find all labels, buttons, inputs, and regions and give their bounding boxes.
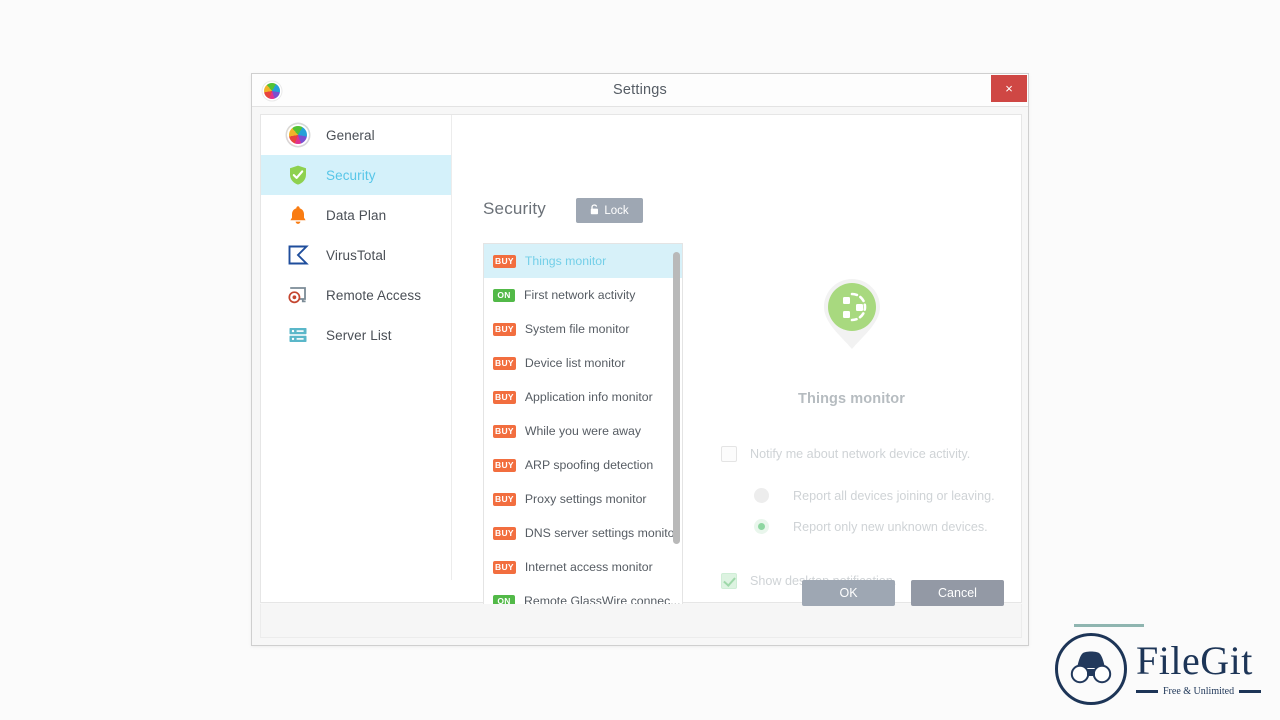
sidebar-item-virustotal[interactable]: VirusTotal xyxy=(261,235,451,275)
list-scrollbar[interactable] xyxy=(673,246,680,615)
sidebar-item-label: Security xyxy=(326,167,376,183)
list-item[interactable]: BUY Device list monitor xyxy=(484,346,682,380)
report-all-devices-label: Report all devices joining or leaving. xyxy=(793,488,995,503)
notify-device-activity-label: Notify me about network device activity. xyxy=(750,447,971,461)
feature-list[interactable]: BUY Things monitor ON First network acti… xyxy=(483,243,683,618)
close-icon[interactable]: × xyxy=(991,75,1027,102)
badge-buy: BUY xyxy=(493,356,516,370)
list-item[interactable]: BUY DNS server settings monitor xyxy=(484,516,682,550)
dialog-body: General Security Data Plan VirusTotal Re… xyxy=(260,114,1022,618)
filegit-top-rule xyxy=(1074,624,1144,627)
settings-window: Settings × General Security Data Plan Vi… xyxy=(251,73,1029,646)
filegit-tagline-wrap: Free & Unlimited xyxy=(1136,686,1268,697)
title-bar: Settings × xyxy=(252,74,1028,107)
feature-list-inner: BUY Things monitor ON First network acti… xyxy=(484,244,682,617)
list-item-label: DNS server settings monitor xyxy=(524,526,679,540)
sidebar-item-remote-access[interactable]: Remote Access xyxy=(261,275,451,315)
binoculars-icon xyxy=(1068,650,1114,684)
sidebar-item-general[interactable]: General xyxy=(261,115,451,155)
badge-buy: BUY xyxy=(493,424,516,438)
sidebar-item-label: Server List xyxy=(326,327,392,343)
lock-button-label: Lock xyxy=(604,204,629,217)
lock-icon xyxy=(590,203,599,218)
badge-buy: BUY xyxy=(493,492,516,506)
detail-pane: Things monitor Notify me about network d… xyxy=(692,243,1011,618)
list-item[interactable]: BUY Things monitor xyxy=(484,244,682,278)
ok-button[interactable]: OK xyxy=(802,580,895,606)
list-item[interactable]: BUY Internet access monitor xyxy=(484,550,682,584)
lock-button[interactable]: Lock xyxy=(576,198,643,223)
remote-eye-icon xyxy=(287,284,309,306)
sidebar-item-label: Data Plan xyxy=(326,207,387,223)
badge-buy: BUY xyxy=(493,458,516,472)
detail-title: Things monitor xyxy=(798,391,905,407)
badge-buy: BUY xyxy=(493,322,516,336)
badge-buy: BUY xyxy=(493,254,516,268)
server-icon xyxy=(287,324,309,346)
tagline-dash-right xyxy=(1239,690,1262,693)
sidebar-item-security[interactable]: Security xyxy=(261,155,451,195)
badge-buy: BUY xyxy=(493,390,516,404)
sidebar: General Security Data Plan VirusTotal Re… xyxy=(261,115,451,602)
filegit-wordmark: FileGit xyxy=(1136,638,1253,683)
things-monitor-pin-icon xyxy=(820,277,884,351)
color-wheel-icon xyxy=(287,124,309,146)
cancel-button[interactable]: Cancel xyxy=(911,580,1004,606)
shield-check-icon xyxy=(287,164,309,186)
list-item-label: Application info monitor xyxy=(524,390,653,404)
list-item[interactable]: BUY Application info monitor xyxy=(484,380,682,414)
list-item-label: Internet access monitor xyxy=(524,560,653,574)
badge-buy: BUY xyxy=(493,526,516,540)
report-new-devices-radio[interactable] xyxy=(754,519,769,534)
tagline-dash-left xyxy=(1136,690,1158,693)
report-new-devices-radio-row[interactable]: Report only new unknown devices. xyxy=(754,519,988,534)
dialog-footer: OK Cancel xyxy=(260,580,1022,638)
bell-icon xyxy=(287,204,309,226)
report-all-devices-radio[interactable] xyxy=(754,488,769,503)
report-all-devices-radio-row[interactable]: Report all devices joining or leaving. xyxy=(754,488,995,503)
list-item[interactable]: BUY Proxy settings monitor xyxy=(484,482,682,516)
sidebar-item-label: Remote Access xyxy=(326,287,422,303)
list-item-label: Device list monitor xyxy=(524,356,626,370)
list-item-label: ARP spoofing detection xyxy=(524,458,654,472)
window-title: Settings xyxy=(613,82,667,98)
show-desktop-notification-checkbox[interactable] xyxy=(721,573,737,589)
sidebar-item-label: VirusTotal xyxy=(326,247,387,263)
badge-buy: BUY xyxy=(493,560,516,574)
filegit-watermark: FileGit Free & Unlimited xyxy=(1050,624,1272,712)
list-item[interactable]: BUY ARP spoofing detection xyxy=(484,448,682,482)
page-title: Security xyxy=(483,199,547,218)
notify-device-activity-checkbox[interactable] xyxy=(721,446,737,462)
sidebar-item-server-list[interactable]: Server List xyxy=(261,315,451,355)
list-item-label: Proxy settings monitor xyxy=(524,492,647,506)
list-item-label: Things monitor xyxy=(524,254,607,268)
list-item[interactable]: BUY While you were away xyxy=(484,414,682,448)
report-new-devices-label: Report only new unknown devices. xyxy=(793,519,988,534)
notify-device-activity-checkbox-row[interactable]: Notify me about network device activity. xyxy=(721,446,970,462)
filegit-tagline: Free & Unlimited xyxy=(1163,686,1235,697)
list-scrollbar-thumb[interactable] xyxy=(673,252,680,544)
sidebar-item-label: General xyxy=(326,127,375,143)
sidebar-item-data-plan[interactable]: Data Plan xyxy=(261,195,451,235)
content-pane: Security Lock BUY Things monitor ON Firs… xyxy=(452,115,1021,618)
list-item[interactable]: BUY System file monitor xyxy=(484,312,682,346)
list-item[interactable]: ON First network activity xyxy=(484,278,682,312)
list-item-label: First network activity xyxy=(524,288,636,302)
sigma-icon xyxy=(287,244,309,266)
list-item-label: System file monitor xyxy=(524,322,630,336)
list-item-label: While you were away xyxy=(524,424,642,438)
badge-on: ON xyxy=(493,288,515,302)
